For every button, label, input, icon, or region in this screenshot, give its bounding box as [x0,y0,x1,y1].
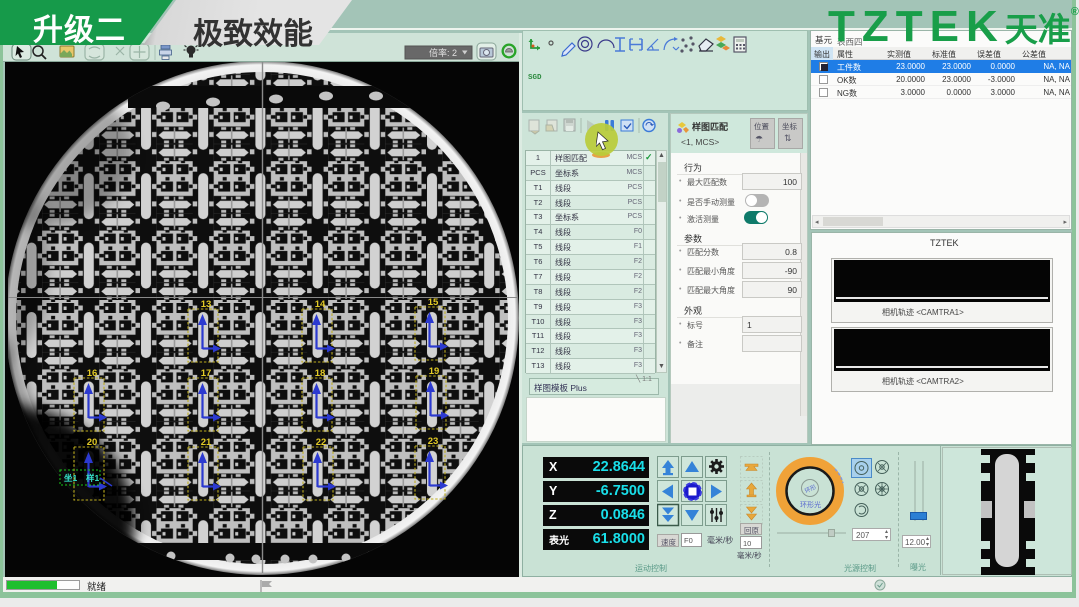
svg-text:SGD: SGD [528,74,542,82]
svg-text:16: 16 [87,368,98,379]
svg-text:21: 21 [201,437,212,448]
svg-text:环形光: 环形光 [800,500,821,509]
svg-text:倍率: 2: 倍率: 2 [429,47,457,58]
svg-text:坐1: 坐1 [64,473,78,483]
svg-text:环形: 环形 [803,483,817,495]
svg-text:19: 19 [429,366,440,377]
svg-text:20: 20 [87,437,98,448]
svg-text:样1: 样1 [86,473,100,483]
svg-text:13: 13 [201,299,212,310]
svg-text:22: 22 [316,437,327,448]
svg-text:17: 17 [201,368,212,379]
svg-text:18: 18 [315,368,326,379]
svg-text:14: 14 [315,299,326,310]
svg-text:23: 23 [428,436,439,447]
svg-text:15: 15 [428,297,439,308]
